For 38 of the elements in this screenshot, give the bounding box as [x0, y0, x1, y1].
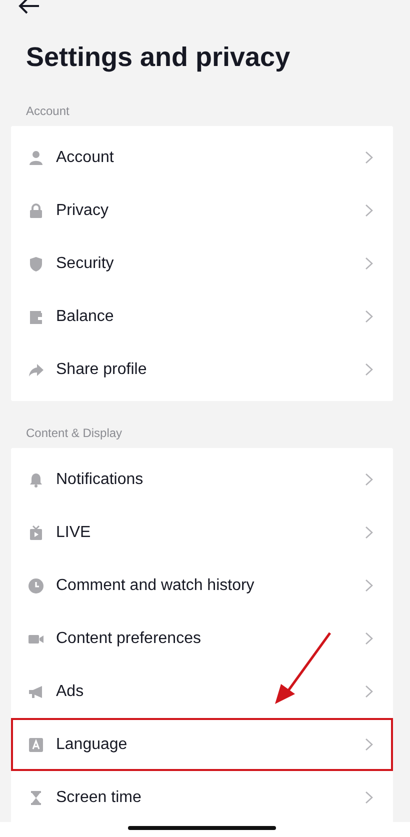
settings-item[interactable]: Security [11, 237, 393, 290]
back-button[interactable] [18, 0, 40, 14]
section-label: Account [26, 104, 70, 118]
settings-item[interactable]: Share profile [11, 343, 393, 396]
chevron-icon [365, 526, 373, 539]
megaphone-icon [28, 684, 44, 700]
chevron-icon [365, 151, 373, 164]
section-label: Content & Display [26, 426, 124, 440]
settings-item[interactable]: Screen time [11, 771, 393, 824]
settings-item[interactable]: LIVE [11, 506, 393, 559]
chevron-icon [365, 257, 373, 270]
chevron-icon [365, 791, 373, 804]
bell-icon [28, 472, 44, 488]
lock-icon [28, 202, 44, 218]
chevron-icon [365, 738, 373, 751]
page-title: Settings and privacy [26, 41, 292, 74]
chevron-icon [365, 632, 373, 645]
shield-icon [28, 256, 44, 272]
chevron-icon [365, 204, 373, 217]
settings-item[interactable]: Balance [11, 290, 393, 343]
chevron-icon [365, 685, 373, 698]
clock-icon [28, 578, 44, 594]
chevron-icon [365, 579, 373, 592]
hourglass-icon [28, 790, 44, 806]
settings-item[interactable]: Ads [11, 665, 393, 718]
letter-icon [28, 736, 44, 752]
person-icon [28, 150, 44, 166]
wallet-icon [28, 308, 44, 324]
settings-item[interactable]: Comment and watch history [11, 559, 393, 612]
settings-item[interactable]: Privacy [11, 184, 393, 237]
share-icon [28, 362, 44, 378]
settings-item[interactable]: Content preferences [11, 612, 393, 665]
tv-icon [28, 524, 44, 540]
settings-item[interactable]: Account [11, 131, 393, 184]
settings-item[interactable]: Notifications [11, 453, 393, 506]
chevron-icon [365, 310, 373, 323]
chevron-icon [365, 473, 373, 486]
chevron-icon [365, 363, 373, 376]
